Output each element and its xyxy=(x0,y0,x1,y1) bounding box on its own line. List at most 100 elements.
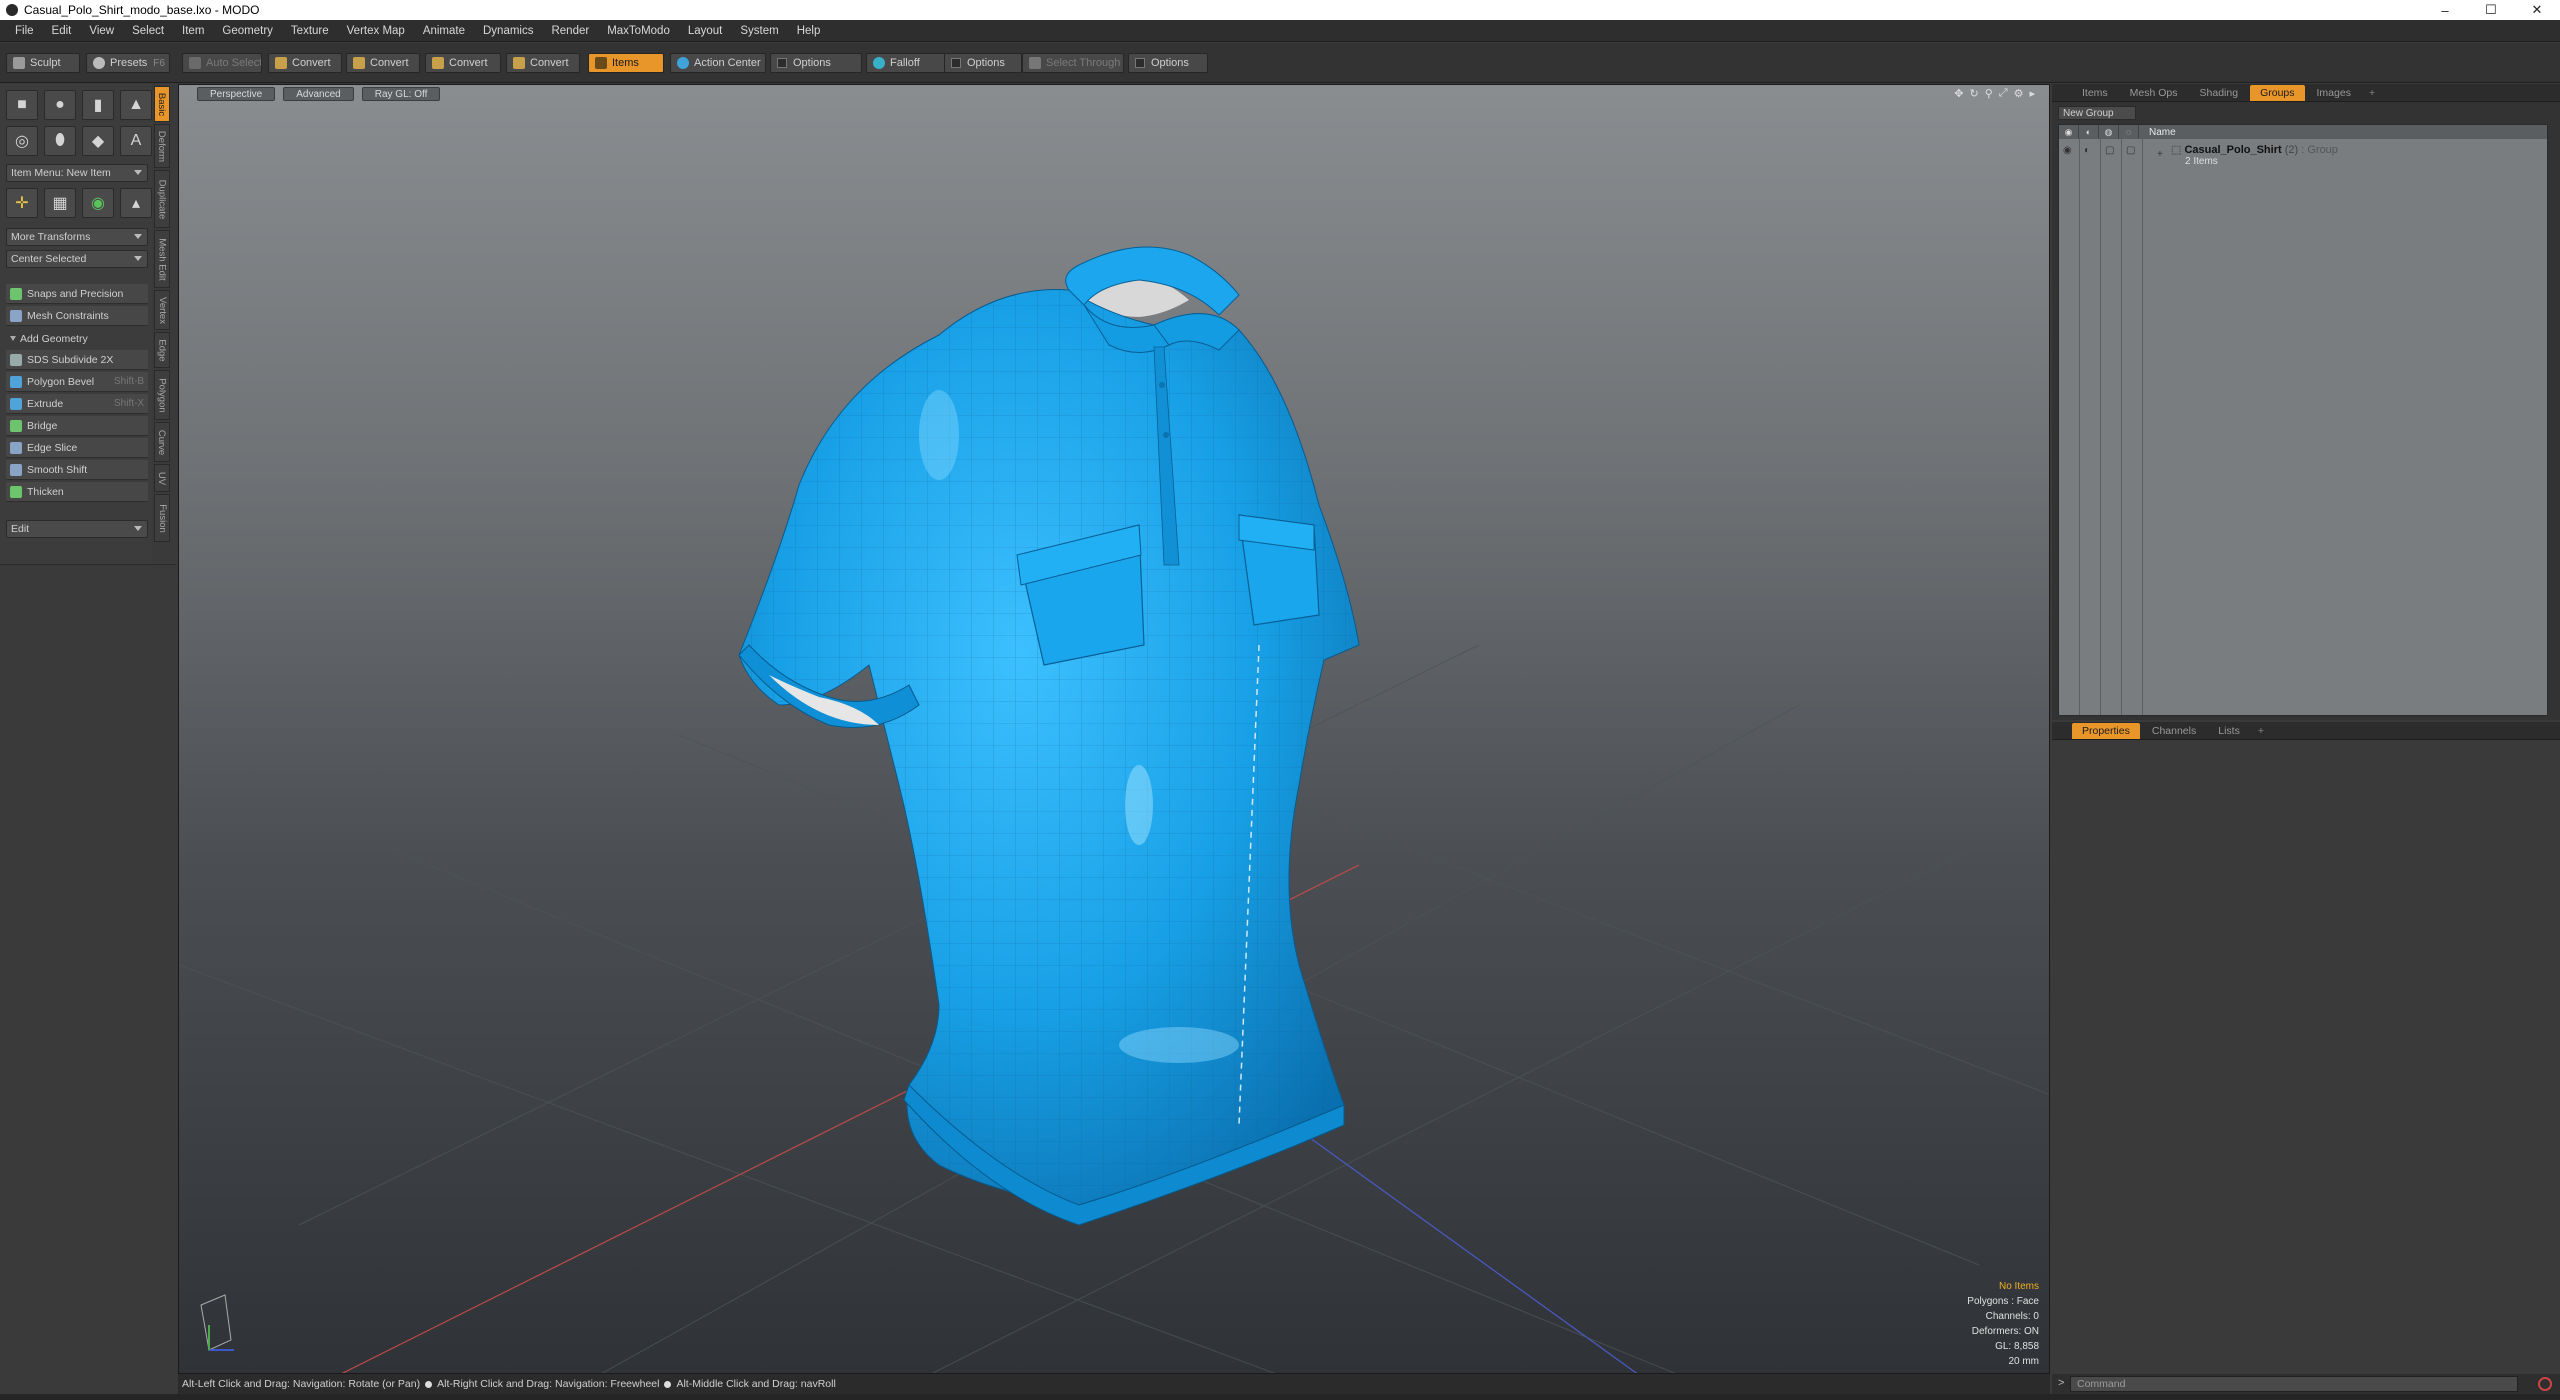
tab-mesh-edit[interactable]: Mesh Edit xyxy=(154,230,170,288)
select-through-options-button[interactable]: Options xyxy=(1128,53,1208,73)
smooth-shift-button[interactable]: Smooth Shift xyxy=(6,460,148,480)
item-menu-dropdown[interactable]: Item Menu: New Item xyxy=(6,164,148,182)
action-center-options-button[interactable]: Options xyxy=(770,53,862,73)
tab-curve[interactable]: Curve xyxy=(154,422,170,462)
convert-polygons-button[interactable]: Convert xyxy=(425,53,501,73)
tab-uv[interactable]: UV xyxy=(154,464,170,492)
tab-lists[interactable]: Lists xyxy=(2208,723,2250,739)
select-through-button[interactable]: Select Through xyxy=(1022,53,1124,73)
menu-edit[interactable]: Edit xyxy=(43,20,81,42)
tab-edge[interactable]: Edge xyxy=(154,332,170,368)
falloff-button[interactable]: Falloff xyxy=(866,53,950,73)
bridge-button[interactable]: Bridge xyxy=(6,416,148,436)
capsule-icon[interactable]: ⬮ xyxy=(44,126,76,156)
menu-texture[interactable]: Texture xyxy=(282,20,338,42)
zoom-icon[interactable]: ⚲ xyxy=(1985,87,1993,100)
tab-fusion[interactable]: Fusion xyxy=(154,494,170,542)
menu-geometry[interactable]: Geometry xyxy=(213,20,282,42)
menu-file[interactable]: File xyxy=(6,20,43,42)
tab-vertex[interactable]: Vertex xyxy=(154,290,170,330)
tab-items[interactable]: Items xyxy=(2072,85,2118,101)
render-toggle-icon[interactable]: ◐ xyxy=(2084,145,2096,156)
close-button[interactable]: ✕ xyxy=(2514,0,2560,20)
minimize-button[interactable]: – xyxy=(2422,0,2468,20)
new-group-button[interactable]: New Group xyxy=(2058,106,2136,120)
falloff-options-button[interactable]: Options xyxy=(944,53,1022,73)
menu-maxtomodo[interactable]: MaxToModo xyxy=(598,20,679,42)
convert-vertices-button[interactable]: Convert xyxy=(268,53,342,73)
plane-icon[interactable]: ◆ xyxy=(82,126,114,156)
tab-groups[interactable]: Groups xyxy=(2250,84,2305,101)
fit-icon[interactable]: ⤢ xyxy=(1999,87,2008,100)
name-column-header[interactable]: Name xyxy=(2139,127,2176,138)
tab-perspective[interactable]: Perspective xyxy=(197,87,276,101)
auto-select-button[interactable]: Auto Select xyxy=(182,53,262,73)
pyramid-icon[interactable]: ▴ xyxy=(120,188,152,218)
action-center-button[interactable]: Action Center xyxy=(670,53,766,73)
more-transforms-dropdown[interactable]: More Transforms xyxy=(6,228,148,246)
center-selected-dropdown[interactable]: Center Selected xyxy=(6,250,148,268)
menu-layout[interactable]: Layout xyxy=(679,20,732,42)
items-mode-button[interactable]: Items xyxy=(588,53,664,73)
expand-plus-icon[interactable]: + xyxy=(2157,149,2169,160)
sphere-icon[interactable]: ● xyxy=(44,90,76,120)
edit-dropdown[interactable]: Edit xyxy=(6,520,148,538)
tab-channels[interactable]: Channels xyxy=(2142,723,2206,739)
menu-animate[interactable]: Animate xyxy=(414,20,474,42)
maximize-button[interactable]: ☐ xyxy=(2468,0,2514,20)
polygon-bevel-button[interactable]: Polygon Bevel Shift-B xyxy=(6,372,148,392)
eye-icon[interactable]: ◉ xyxy=(2063,145,2075,156)
rotate-icon[interactable]: ↻ xyxy=(1970,87,1979,100)
menu-dynamics[interactable]: Dynamics xyxy=(474,20,542,42)
mesh-constraints-button[interactable]: Mesh Constraints xyxy=(6,306,148,326)
3d-viewport[interactable]: Perspective Advanced Ray GL: Off ✥ ↻ ⚲ ⤢… xyxy=(178,84,2050,1374)
convert-edges-button[interactable]: Convert xyxy=(346,53,420,73)
select-toggle-icon[interactable]: ▢ xyxy=(2126,145,2138,156)
snaps-precision-button[interactable]: Snaps and Precision xyxy=(6,284,148,304)
menu-item[interactable]: Item xyxy=(173,20,213,42)
menu-view[interactable]: View xyxy=(80,20,123,42)
clear-command-icon[interactable] xyxy=(2538,1377,2552,1391)
tab-shading[interactable]: Shading xyxy=(2190,85,2249,101)
options-checkbox-2[interactable] xyxy=(951,58,961,68)
tab-mesh-ops[interactable]: Mesh Ops xyxy=(2120,85,2188,101)
edge-slice-button[interactable]: Edge Slice xyxy=(6,438,148,458)
menu-system[interactable]: System xyxy=(731,20,787,42)
globe-icon[interactable]: ◉ xyxy=(82,188,114,218)
menu-render[interactable]: Render xyxy=(542,20,598,42)
convert-materials-button[interactable]: Convert xyxy=(506,53,580,73)
render-column-icon[interactable]: ◐ xyxy=(2079,125,2099,139)
command-input[interactable]: Command xyxy=(2070,1376,2518,1392)
viewport-menu-icon[interactable]: ▸ xyxy=(2029,87,2035,100)
sds-subdivide-button[interactable]: SDS Subdivide 2X xyxy=(6,350,148,370)
cube-icon[interactable]: ■ xyxy=(6,90,38,120)
tab-deform[interactable]: Deform xyxy=(154,124,170,168)
viewport-settings-icon[interactable]: ⚙ xyxy=(2014,87,2024,100)
add-geometry-section[interactable]: Add Geometry xyxy=(6,330,148,348)
text-icon[interactable]: A xyxy=(120,126,152,156)
menu-help[interactable]: Help xyxy=(788,20,830,42)
menu-select[interactable]: Select xyxy=(123,20,173,42)
grid-icon[interactable]: ▦ xyxy=(44,188,76,218)
tab-advanced[interactable]: Advanced xyxy=(283,87,354,101)
lock-toggle-icon[interactable]: ▢ xyxy=(2105,145,2117,156)
options-checkbox-1[interactable] xyxy=(777,58,787,68)
pan-icon[interactable]: ✥ xyxy=(1954,87,1963,100)
lock-column-icon[interactable]: ◍ xyxy=(2099,125,2119,139)
cylinder-icon[interactable]: ▮ xyxy=(82,90,114,120)
sculpt-button[interactable]: Sculpt xyxy=(6,53,80,73)
add-tab-button[interactable]: + xyxy=(2363,85,2381,101)
select-column-icon[interactable]: ◌ xyxy=(2119,125,2139,139)
tab-polygon[interactable]: Polygon xyxy=(154,370,170,420)
thicken-button[interactable]: Thicken xyxy=(6,482,148,502)
tab-properties[interactable]: Properties xyxy=(2072,722,2140,739)
tab-images[interactable]: Images xyxy=(2307,85,2361,101)
visibility-column-icon[interactable]: ◉ xyxy=(2059,125,2079,139)
tab-duplicate[interactable]: Duplicate xyxy=(154,170,170,228)
torus-icon[interactable]: ◎ xyxy=(6,126,38,156)
extrude-button[interactable]: Extrude Shift-X xyxy=(6,394,148,414)
transform-icon[interactable]: ✛ xyxy=(6,188,38,218)
tab-raygl[interactable]: Ray GL: Off xyxy=(361,87,441,101)
options-checkbox-3[interactable] xyxy=(1135,58,1145,68)
cone-icon[interactable]: ▲ xyxy=(120,90,152,120)
